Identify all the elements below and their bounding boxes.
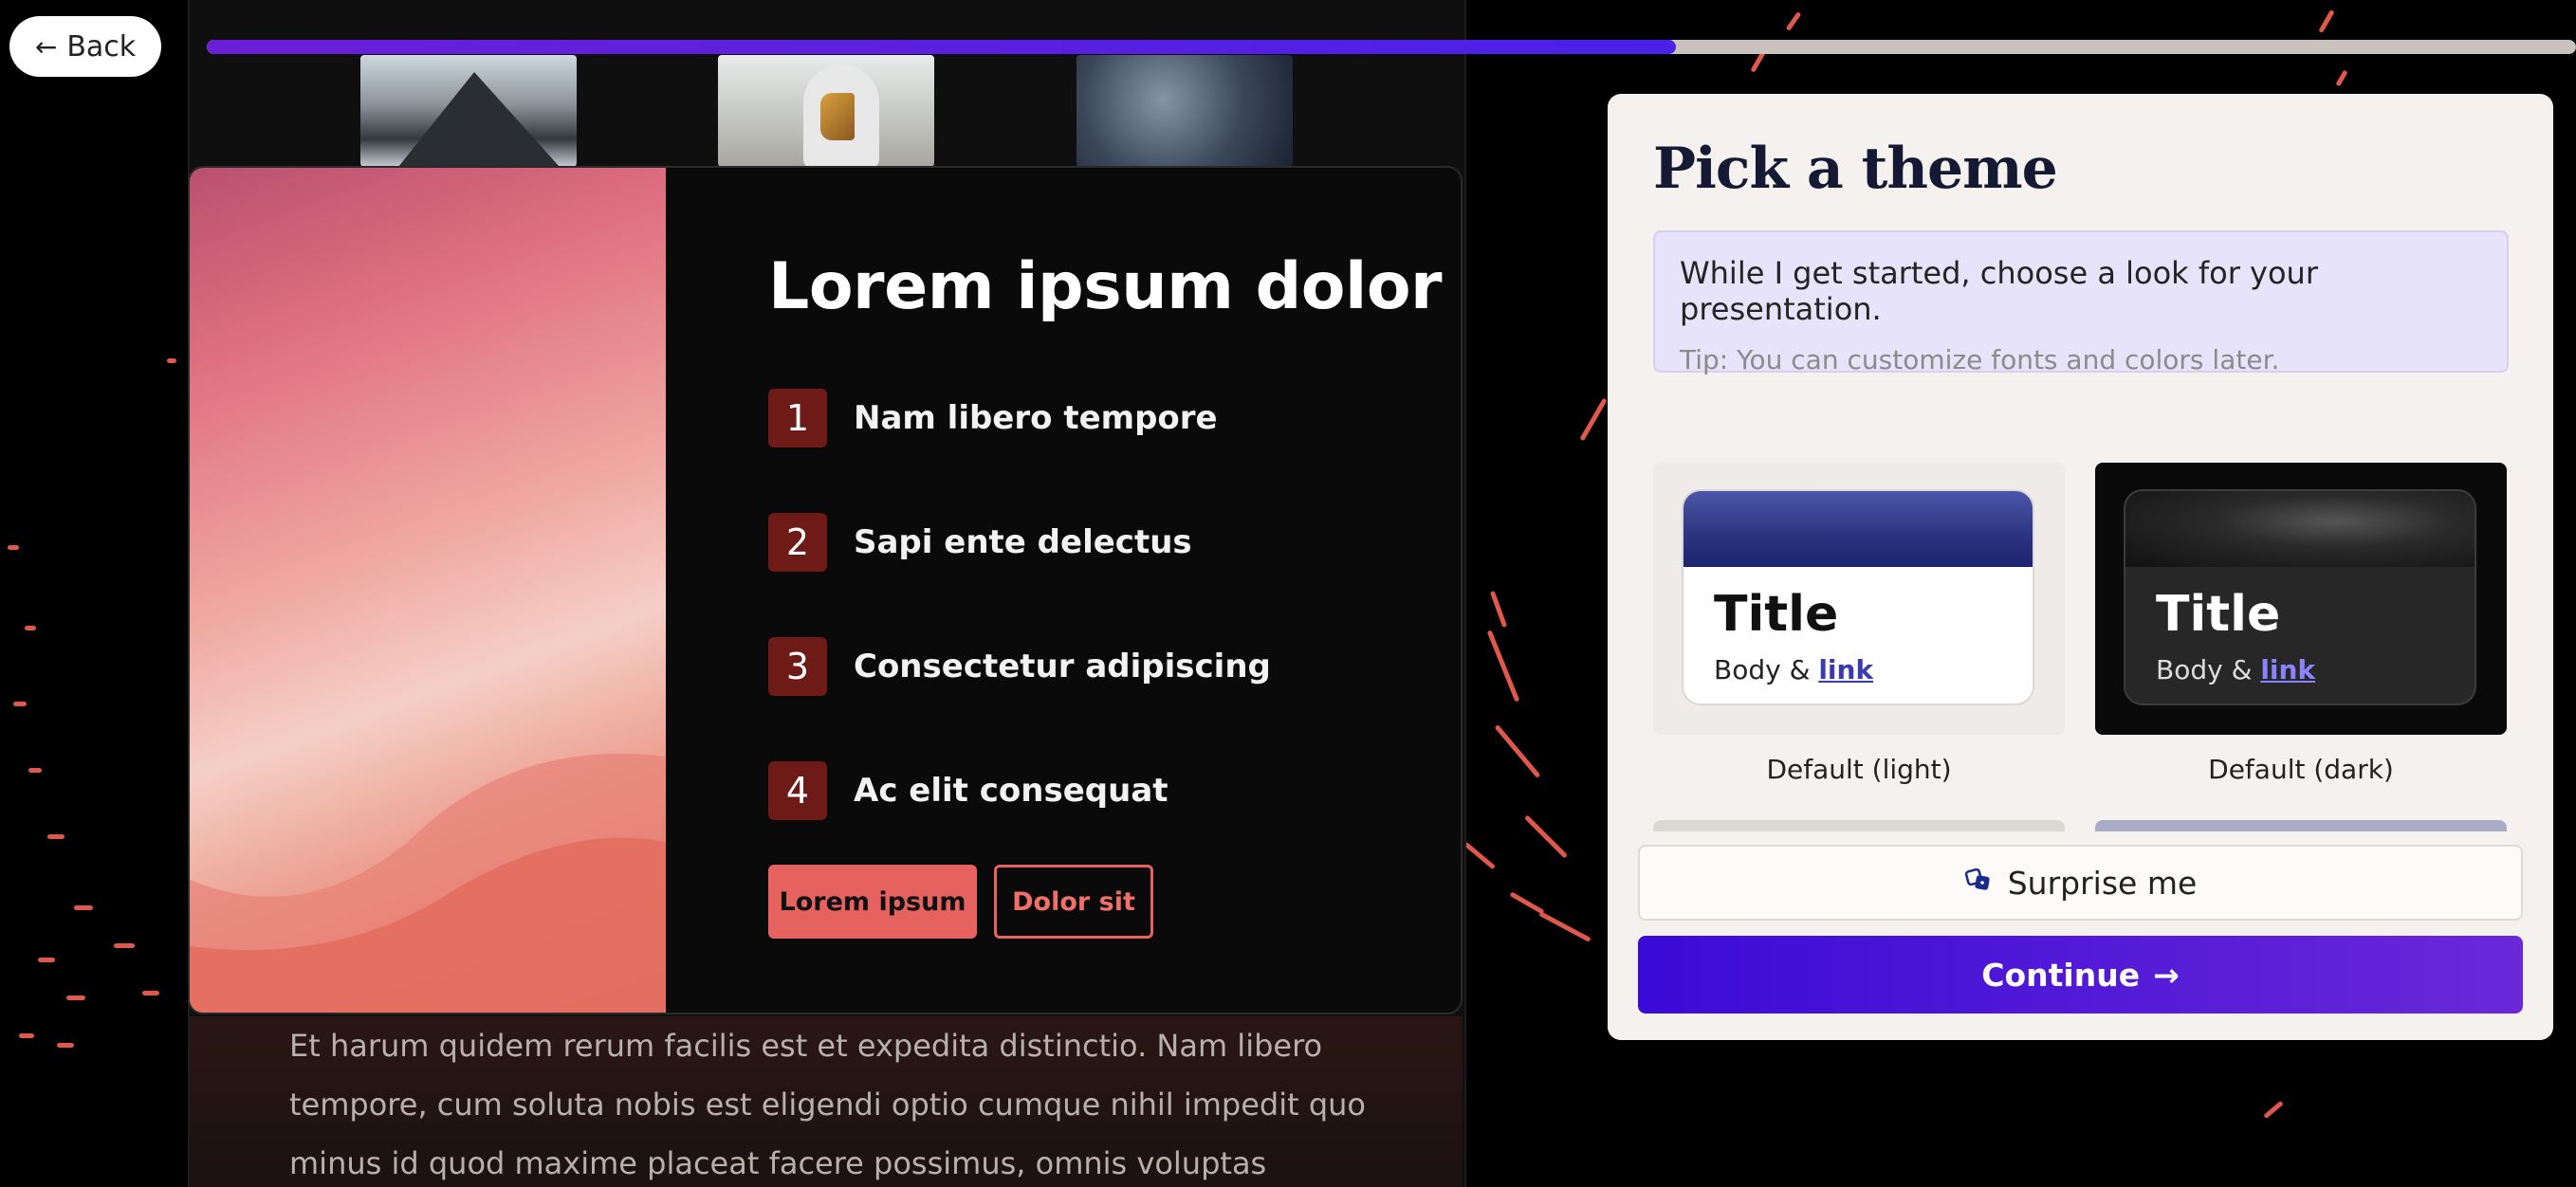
surprise-me-button[interactable]: Surprise me	[1638, 845, 2523, 921]
theme-preview-title: Title	[1714, 586, 1839, 643]
theme-preview-body: Body & link	[2156, 654, 2315, 685]
item-number-badge: 3	[768, 637, 827, 696]
theme-preview: Title Body & link	[2124, 489, 2476, 705]
theme-preview-body: Body & link	[1714, 654, 1873, 685]
slide-list-item: 3 Consectetur adipiscing	[768, 637, 1271, 696]
astronaut-thumbnail	[718, 55, 934, 167]
callout-message: While I get started, choose a look for y…	[1680, 255, 2318, 327]
slide-preview: Lorem ipsum dolor 1 Nam libero tempore 2…	[188, 166, 1463, 1014]
info-callout: While I get started, choose a look for y…	[1653, 230, 2509, 375]
theme-option-partial[interactable]	[2095, 820, 2507, 831]
callout-tip: Tip: You can customize fonts and colors …	[1680, 344, 2280, 375]
preview-link: link	[1818, 654, 1874, 685]
dice-icon	[1964, 865, 1993, 902]
surprise-me-label: Surprise me	[2007, 864, 2198, 902]
mountain-thumbnail	[360, 55, 577, 167]
body-text: Body &	[2156, 654, 2261, 685]
item-number-badge: 2	[768, 513, 827, 572]
theme-caption-dark: Default (dark)	[2208, 754, 2394, 785]
item-label: Ac elit consequat	[854, 772, 1168, 810]
slide-list-item: 1 Nam libero tempore	[768, 389, 1218, 447]
theme-preview-title: Title	[2156, 586, 2281, 643]
back-button-label: Back	[66, 29, 137, 64]
progress-fill	[207, 40, 1676, 54]
theme-banner-image	[2125, 491, 2475, 567]
night-sky-thumbnail	[1076, 55, 1293, 167]
continue-label: Continue	[1981, 956, 2141, 994]
slide-list-item: 4 Ac elit consequat	[768, 761, 1168, 820]
item-number-badge: 4	[768, 761, 827, 820]
picker-footer: Surprise me Continue →	[1608, 831, 2553, 1040]
slide-secondary-button: Dolor sit	[994, 865, 1153, 939]
theme-banner-image	[1684, 491, 2033, 567]
slide-primary-button: Lorem ipsum	[768, 865, 977, 939]
item-label: Sapi ente delectus	[854, 523, 1192, 561]
slide-gradient-image	[190, 168, 666, 1013]
theme-preview: Title Body & link	[1682, 489, 2034, 705]
item-label: Nam libero tempore	[854, 399, 1218, 437]
preview-link: link	[2260, 654, 2316, 685]
theme-option-partial[interactable]	[1653, 820, 2065, 831]
theme-caption-light: Default (light)	[1766, 754, 1952, 785]
continue-button[interactable]: Continue →	[1638, 936, 2523, 1014]
theme-option-light[interactable]: Title Body & link	[1653, 463, 2065, 735]
item-number-badge: 1	[768, 389, 827, 447]
arrow-right-icon: →	[2153, 956, 2180, 994]
slide-list-item: 2 Sapi ente delectus	[768, 513, 1192, 572]
body-text: Body &	[1714, 654, 1819, 685]
item-label: Consectetur adipiscing	[854, 648, 1271, 685]
theme-picker-panel: Pick a theme While I get started, choose…	[1608, 94, 2553, 1040]
picker-title: Pick a theme	[1653, 136, 2058, 202]
back-button[interactable]: ← Back	[9, 16, 161, 77]
theme-option-dark[interactable]: Title Body & link	[2095, 463, 2507, 735]
arrow-left-icon: ←	[34, 30, 58, 63]
slide-body-text: Et harum quidem rerum facilis est et exp…	[289, 1028, 1366, 1181]
slide-title: Lorem ipsum dolor	[768, 249, 1443, 324]
progress-bar	[207, 40, 2576, 54]
